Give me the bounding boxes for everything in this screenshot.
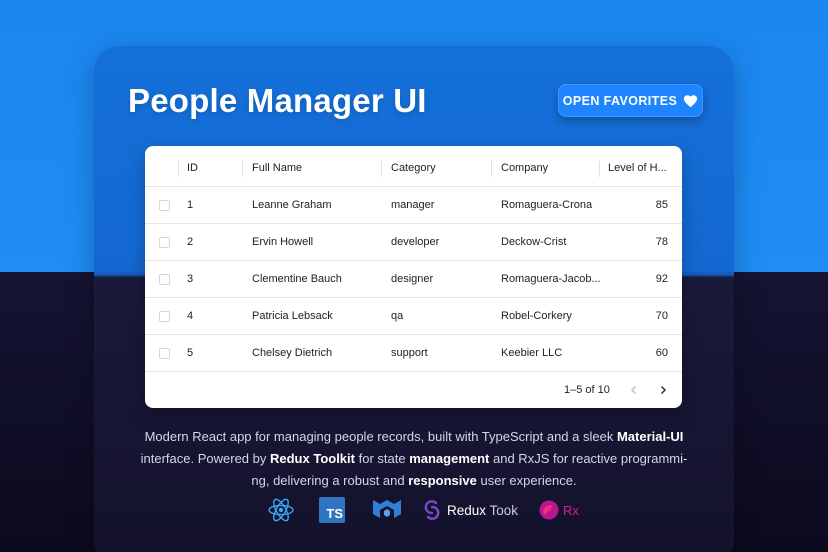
cell-id: 2 [187,236,194,248]
cell-company: Romaguera-Jacob... [501,273,601,285]
description-highlight: Redux Toolkit [270,451,355,466]
description-highlight: Material-UI [616,429,684,444]
cell-full-name: Leanne Graham [252,199,332,211]
description-part: Modern React app for managing people rec… [144,429,617,444]
column-separator[interactable] [242,161,243,177]
table-row[interactable]: 5 Chelsey Dietrich support Keebier LLC 6… [145,335,682,372]
table-row[interactable]: 1 Leanne Graham manager Romaguera-Crona … [145,187,682,224]
redux-toolkit-logo: Redux Took [422,494,518,526]
row-checkbox[interactable] [159,224,173,260]
table-pagination: 1–5 of 10 [145,372,682,408]
cell-full-name: Ervin Howell [252,236,314,248]
redux-label: Redux Took [447,503,518,518]
cell-level: 92 [655,273,668,285]
react-icon [268,498,294,522]
open-favorites-button[interactable]: OPEN FAVORITES [558,84,703,117]
row-checkbox[interactable] [159,261,173,297]
cell-id: 5 [187,347,194,359]
row-checkbox[interactable] [159,187,173,223]
rxjs-label: Rx [563,502,579,518]
cell-category: developer [391,236,440,248]
previous-page-button[interactable] [625,381,643,399]
description-highlight: responsive [408,473,477,488]
cell-id: 4 [187,310,194,322]
checkbox-box[interactable] [159,236,170,248]
checkbox-box[interactable] [159,347,170,359]
description-highlight: management [409,451,490,466]
chevron-right-icon [660,385,667,395]
row-checkbox[interactable] [159,335,173,371]
cell-company: Romaguera-Crona [501,199,593,211]
table-row[interactable]: 3 Clementine Bauch designer Romaguera-Ja… [145,261,682,298]
column-separator[interactable] [381,161,382,177]
open-favorites-label: OPEN FAVORITES [562,93,678,108]
redux-label-bold: Redux [447,502,487,518]
table-row[interactable]: 2 Ervin Howell developer Deckow-Crist 78 [145,224,682,261]
project-description: Modern React app for managing people rec… [138,426,690,492]
cell-level: 70 [655,310,668,322]
description-part: user experience. [476,473,577,488]
react-logo [266,494,296,526]
column-header-category[interactable]: Category [391,149,491,186]
cell-id: 1 [187,199,194,211]
cell-company: Robel-Corkery [501,310,572,322]
cell-category: manager [391,199,435,211]
cell-category: support [391,347,428,359]
cell-level: 78 [655,236,668,248]
chevron-left-icon [630,385,637,395]
column-separator[interactable] [599,161,600,177]
typescript-logo: TS [319,494,345,526]
typescript-icon: TS [319,497,345,523]
cell-full-name: Patricia Lebsack [252,310,333,322]
cell-category: qa [391,310,404,322]
table-row[interactable]: 4 Patricia Lebsack qa Robel-Corkery 70 [145,298,682,335]
mui-icon [373,500,401,518]
tech-logos: TS Redux Took Rx [266,494,586,526]
table-header: ID Full Name Category Company Level of H… [145,149,682,187]
checkbox-box[interactable] [159,199,170,211]
column-separator[interactable] [178,161,179,177]
checkbox-box[interactable] [159,273,170,285]
cell-level: 60 [655,347,668,359]
pagination-range: 1–5 of 10 [564,384,610,396]
rxjs-logo: Rx [538,494,579,526]
description-part: interface. Powered by [140,451,270,466]
cell-company: Deckow-Crist [501,236,567,248]
column-header-company[interactable]: Company [501,149,601,186]
redux-label-light: Took [486,502,519,518]
cell-full-name: Clementine Bauch [252,273,342,285]
cell-company: Keebier LLC [501,347,563,359]
cell-id: 3 [187,273,194,285]
column-header-level[interactable]: Level of H... [608,149,668,186]
column-header-full-name[interactable]: Full Name [252,149,377,186]
column-separator[interactable] [491,161,492,177]
next-page-button[interactable] [654,381,672,399]
people-table: ID Full Name Category Company Level of H… [145,146,682,408]
checkbox-box[interactable] [159,310,170,322]
cell-level: 85 [655,199,668,211]
rxjs-icon [539,500,559,520]
redux-icon [424,500,440,520]
description-part: for state [354,451,410,466]
mui-logo [372,494,402,526]
cell-full-name: Chelsey Dietrich [252,347,333,359]
column-header-id[interactable]: ID [187,149,227,186]
heart-icon [684,94,698,107]
row-checkbox[interactable] [159,298,173,334]
cell-category: designer [391,273,434,285]
page-title: People Manager UI [128,82,427,119]
